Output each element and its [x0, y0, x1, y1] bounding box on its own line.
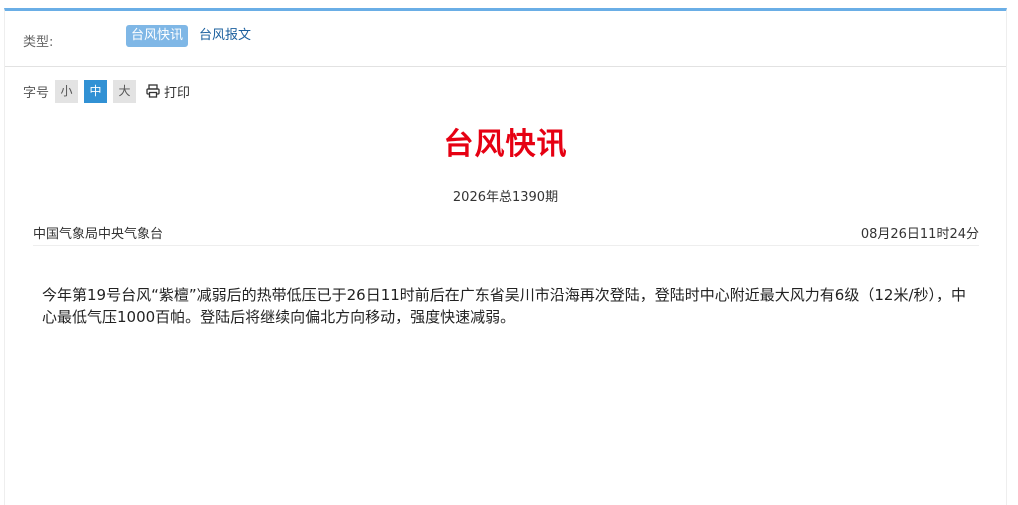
- font-size-toolbar: 字号 小 中 大 打印: [23, 79, 190, 103]
- page-frame: 类型: 台风快讯 台风报文 字号 小 中 大 打印 台风快讯 2026年总139…: [4, 8, 1007, 505]
- font-size-small-button[interactable]: 小: [55, 79, 79, 103]
- type-filter-bar: 类型: 台风快讯 台风报文: [5, 11, 1006, 67]
- font-size-label: 字号: [23, 85, 50, 101]
- article-meta: 中国气象局中央气象台 08月26日11时24分: [33, 221, 979, 246]
- article-title: 台风快讯: [443, 127, 568, 162]
- article-body: 今年第19号台风“紫檀”减弱后的热带低压已于26日11时前后在广东省吴川市沿海再…: [42, 286, 966, 326]
- font-size-medium-button[interactable]: 中: [84, 79, 108, 103]
- article-datetime: 08月26日11时24分: [860, 227, 979, 242]
- type-option-typhoon-flash[interactable]: 台风快讯: [126, 25, 189, 47]
- print-label: 打印: [164, 85, 191, 101]
- article-source: 中国气象局中央气象台: [33, 227, 164, 242]
- issue-number: 2026年总1390期: [452, 190, 559, 205]
- type-option-typhoon-bulletin[interactable]: 台风报文: [194, 25, 256, 47]
- font-size-large-button[interactable]: 大: [113, 79, 137, 103]
- print-button[interactable]: 打印: [146, 82, 190, 101]
- type-label: 类型:: [23, 35, 54, 50]
- printer-icon: [146, 84, 160, 98]
